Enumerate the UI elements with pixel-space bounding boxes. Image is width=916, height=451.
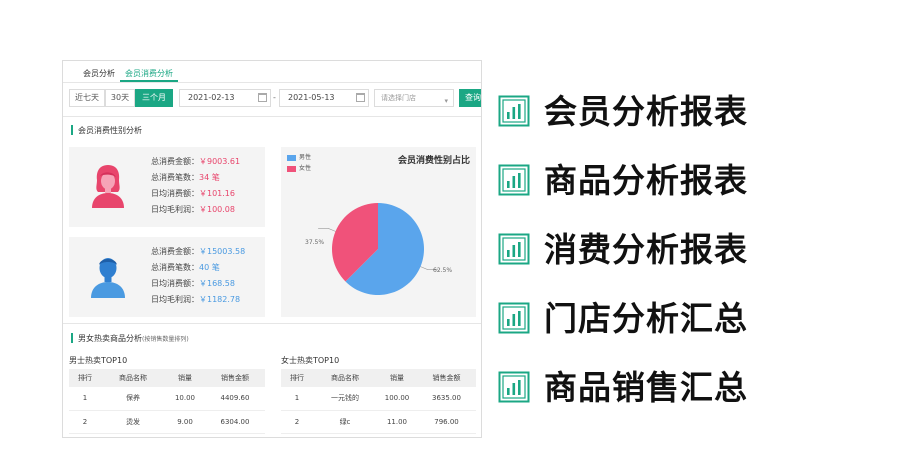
feature-label: 门店分析汇总 xyxy=(544,299,748,338)
pie-label-female: 37.5% xyxy=(305,239,325,246)
divider xyxy=(63,116,481,117)
feature-store-summary: 门店分析汇总 xyxy=(498,297,818,345)
table-cell: 2 xyxy=(69,410,101,434)
male-total-count: 总消费笔数：40 笔 xyxy=(151,263,220,272)
female-table-caption: 女士热卖TOP10 xyxy=(281,356,340,365)
table-row[interactable]: 2 烫发 9.00 6304.00 xyxy=(69,410,265,434)
date-separator: - xyxy=(273,93,276,102)
female-daily-profit: 日均毛利润：￥100.08 xyxy=(151,205,235,214)
table-cell: 1 xyxy=(281,387,313,411)
column-header: 销量 xyxy=(377,369,417,387)
male-hot-table: 排行 商品名称 销量 销售金额 1 保养 10.00 4409.60 2 烫发 … xyxy=(69,369,265,434)
gender-section-title: 会员消费性别分析 xyxy=(71,125,142,136)
feature-label: 消费分析报表 xyxy=(544,230,748,269)
report-chart-icon xyxy=(498,302,530,334)
calendar-icon xyxy=(356,93,365,102)
hot-section-subtitle: (按销售数量排列) xyxy=(142,336,189,343)
table-cell: 一元钱的 xyxy=(313,387,377,411)
gender-pie-card: 会员消费性别占比 男性 女性 37.5% 62.5% xyxy=(281,147,476,317)
calendar-icon xyxy=(258,93,267,102)
range-3months-button[interactable]: 三个月 xyxy=(135,89,173,107)
male-daily-profit: 日均毛利润：￥1182.78 xyxy=(151,295,241,304)
female-stats-card: 总消费金额：￥9003.61 总消费笔数：34 笔 日均消费额：￥101.16 … xyxy=(69,147,265,227)
column-header: 销量 xyxy=(165,369,205,387)
table-header-row: 排行 商品名称 销量 销售金额 xyxy=(281,369,476,387)
male-table-caption: 男士热卖TOP10 xyxy=(69,356,128,365)
column-header: 销售金额 xyxy=(205,369,265,387)
hot-section-title: 男女热卖商品分析(按销售数量排列) xyxy=(71,333,189,344)
chevron-down-icon: ▾ xyxy=(444,97,448,105)
column-header: 排行 xyxy=(281,369,313,387)
male-total-amount: 总消费金额：￥15003.58 xyxy=(151,247,246,256)
female-hot-table: 排行 商品名称 销量 销售金额 1 一元钱的 100.00 3635.00 2 … xyxy=(281,369,476,434)
table-cell: 3635.00 xyxy=(417,387,476,411)
feature-label: 商品销售汇总 xyxy=(544,368,748,407)
start-date-picker[interactable]: 2021-02-13 xyxy=(179,89,271,107)
female-avatar-icon xyxy=(92,165,124,208)
table-cell: 10.00 xyxy=(165,387,205,411)
pie-leader-line xyxy=(318,228,336,232)
tab-member-consumption-analysis[interactable]: 会员消费分析 xyxy=(125,68,173,79)
table-cell: 6304.00 xyxy=(205,410,265,434)
table-row[interactable]: 1 保养 10.00 4409.60 xyxy=(69,387,265,411)
start-date-value: 2021-02-13 xyxy=(188,93,235,102)
feature-label: 商品分析报表 xyxy=(544,161,748,200)
column-header: 商品名称 xyxy=(101,369,165,387)
end-date-value: 2021-05-13 xyxy=(288,93,335,102)
table-cell: 绿c xyxy=(313,410,377,434)
table-cell: 796.00 xyxy=(417,410,476,434)
store-select-placeholder: 请选择门店 xyxy=(381,94,416,102)
pie-label-male: 62.5% xyxy=(433,267,453,274)
end-date-picker[interactable]: 2021-05-13 xyxy=(279,89,369,107)
table-cell: 11.00 xyxy=(377,410,417,434)
report-chart-icon xyxy=(498,95,530,127)
female-total-count: 总消费笔数：34 笔 xyxy=(151,173,220,182)
feature-label: 会员分析报表 xyxy=(544,92,748,131)
range-7days-button[interactable]: 近七天 xyxy=(69,89,105,107)
table-cell: 2 xyxy=(281,410,313,434)
member-analysis-screenshot: 会员分析 会员消费分析 近七天 30天 三个月 2021-02-13 - 202… xyxy=(62,60,482,438)
report-chart-icon xyxy=(498,164,530,196)
column-header: 销售金额 xyxy=(417,369,476,387)
active-tab-indicator xyxy=(120,80,178,82)
tab-bar: 会员分析 会员消费分析 xyxy=(63,61,481,83)
divider xyxy=(63,323,481,324)
column-header: 商品名称 xyxy=(313,369,377,387)
range-30days-button[interactable]: 30天 xyxy=(105,89,135,107)
query-button[interactable]: 查询 xyxy=(459,89,481,107)
male-avatar-icon xyxy=(91,258,125,298)
table-cell: 烫发 xyxy=(101,410,165,434)
report-chart-icon xyxy=(498,371,530,403)
table-cell: 1 xyxy=(69,387,101,411)
table-cell: 100.00 xyxy=(377,387,417,411)
gender-pie-chart xyxy=(318,203,438,295)
feature-member-report: 会员分析报表 xyxy=(498,90,818,138)
feature-consumption-report: 消费分析报表 xyxy=(498,228,818,276)
table-cell: 4409.60 xyxy=(205,387,265,411)
store-select[interactable]: 请选择门店 ▾ xyxy=(374,89,454,107)
report-chart-icon xyxy=(498,233,530,265)
table-row[interactable]: 1 一元钱的 100.00 3635.00 xyxy=(281,387,476,411)
table-cell: 保养 xyxy=(101,387,165,411)
table-cell: 9.00 xyxy=(165,410,205,434)
filter-toolbar: 近七天 30天 三个月 2021-02-13 - 2021-05-13 请选择门… xyxy=(63,89,481,109)
female-daily-spend: 日均消费额：￥101.16 xyxy=(151,189,235,198)
male-stats-card: 总消费金额：￥15003.58 总消费笔数：40 笔 日均消费额：￥168.58… xyxy=(69,237,265,317)
feature-product-report: 商品分析报表 xyxy=(498,159,818,207)
column-header: 排行 xyxy=(69,369,101,387)
table-row[interactable]: 2 绿c 11.00 796.00 xyxy=(281,410,476,434)
feature-sales-summary: 商品销售汇总 xyxy=(498,366,818,414)
table-header-row: 排行 商品名称 销量 销售金额 xyxy=(69,369,265,387)
male-daily-spend: 日均消费额：￥168.58 xyxy=(151,279,235,288)
female-total-amount: 总消费金额：￥9003.61 xyxy=(151,157,241,166)
tab-member-analysis[interactable]: 会员分析 xyxy=(83,68,115,79)
